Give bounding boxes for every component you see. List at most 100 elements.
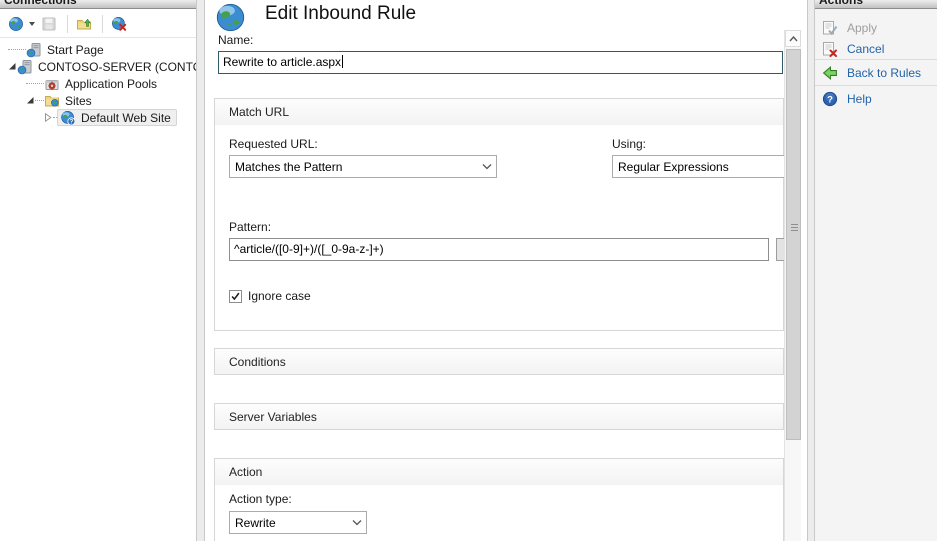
expander-expanded-icon[interactable] [26, 96, 35, 105]
actions-title: Actions [815, 0, 937, 7]
name-input-value: Rewrite to article.aspx [223, 55, 341, 69]
svg-text:?: ? [827, 94, 833, 105]
actions-panel: Actions Apply Cancel Back to Rules ? [815, 0, 937, 541]
vertical-scrollbar[interactable] [784, 30, 801, 541]
action-header[interactable]: Action [215, 459, 783, 485]
action-title: Action [229, 465, 262, 479]
actions-separator [815, 59, 937, 60]
server-variables-header[interactable]: Server Variables [215, 404, 783, 429]
test-pattern-button[interactable] [776, 238, 784, 261]
server-variables-title: Server Variables [229, 410, 317, 424]
name-input[interactable]: Rewrite to article.aspx [218, 51, 783, 74]
page-title: Edit Inbound Rule [265, 3, 416, 25]
checkmark-icon [230, 291, 241, 302]
action-section: Action Action type: Rewrite [214, 458, 784, 541]
left-panel-splitter[interactable] [196, 0, 205, 541]
tree-item-label: Application Pools [62, 77, 160, 91]
selected-tree-item: ? Default Web Site [57, 109, 177, 126]
tree-item-sites[interactable]: Sites [0, 92, 196, 109]
tree-item-application-pools[interactable]: Application Pools [0, 75, 196, 92]
toolbar-separator [67, 15, 68, 33]
cancel-button[interactable]: Cancel [822, 40, 884, 57]
edit-inbound-rule-page: Edit Inbound Rule Name: Rewrite to artic… [205, 0, 807, 541]
ignore-case-checkbox[interactable] [229, 290, 242, 303]
scrollbar-grip-icon [791, 227, 798, 228]
action-type-select[interactable]: Rewrite [229, 511, 367, 534]
connections-header: Connections [0, 0, 196, 9]
sites-folder-icon [44, 93, 60, 109]
help-label: Help [847, 92, 872, 106]
expander-expanded-icon[interactable] [8, 62, 17, 71]
pattern-label: Pattern: [229, 220, 271, 234]
apply-label: Apply [847, 21, 877, 35]
pattern-input-value: ^article/([0-9]+)/([_0-9a-z-]+) [234, 242, 384, 256]
match-url-section: Match URL Requested URL: Matches the Pat… [214, 98, 784, 331]
help-icon: ? [822, 91, 838, 107]
using-value: Regular Expressions [618, 160, 729, 174]
connections-title: Connections [0, 0, 196, 7]
back-to-rules-button[interactable]: Back to Rules [822, 64, 921, 81]
up-folder-button[interactable] [73, 14, 97, 34]
requested-url-value: Matches the Pattern [235, 160, 342, 174]
back-to-rules-label: Back to Rules [847, 66, 921, 80]
pattern-input[interactable]: ^article/([0-9]+)/([_0-9a-z-]+) [229, 238, 769, 261]
apply-button[interactable]: Apply [822, 19, 877, 36]
cancel-icon [822, 41, 838, 57]
save-connections-button[interactable] [38, 14, 62, 34]
disconnect-button[interactable] [108, 14, 132, 34]
server-variables-section: Server Variables [214, 403, 784, 430]
conditions-section: Conditions [214, 348, 784, 375]
conditions-header[interactable]: Conditions [215, 349, 783, 374]
tree-item-server[interactable]: CONTOSO-SERVER (CONTOS [0, 58, 196, 75]
scrollbar-up-button[interactable] [785, 30, 801, 47]
cancel-label: Cancel [847, 42, 884, 56]
right-panel-splitter[interactable] [807, 0, 815, 541]
connections-tree: Start Page CONTOSO-SERVER (CONTOS [0, 41, 196, 126]
conditions-title: Conditions [229, 355, 286, 369]
scrollbar-grip-icon [791, 224, 798, 225]
save-connections-icon [41, 16, 57, 32]
tree-item-start-page[interactable]: Start Page [0, 41, 196, 58]
actions-header: Actions [815, 0, 937, 9]
chevron-down-icon [348, 519, 366, 526]
create-connection-button[interactable] [5, 14, 38, 34]
chevron-down-icon [478, 163, 496, 170]
connections-toolbar [0, 11, 196, 38]
match-url-title: Match URL [229, 105, 289, 119]
scrollbar-thumb[interactable] [786, 49, 801, 440]
tree-item-label: Default Web Site [78, 111, 174, 125]
tree-item-default-web-site[interactable]: ? Default Web Site [0, 109, 196, 126]
url-rewrite-globe-icon [215, 2, 246, 33]
tree-dotted-line [8, 49, 26, 50]
expander-collapsed-icon[interactable] [44, 113, 53, 122]
application-pools-icon [44, 76, 60, 92]
svg-text:?: ? [70, 119, 74, 125]
server-page-icon [26, 42, 42, 58]
tree-item-label: Start Page [44, 43, 107, 57]
ignore-case-row: Ignore case [229, 289, 311, 303]
actions-separator [815, 85, 937, 86]
using-select[interactable]: Regular Expressions [612, 155, 784, 178]
text-caret [342, 55, 343, 68]
tree-item-label: CONTOSO-SERVER (CONTOS [35, 60, 196, 74]
requested-url-select[interactable]: Matches the Pattern [229, 155, 497, 178]
requested-url-label: Requested URL: [229, 137, 318, 151]
apply-icon [822, 20, 838, 36]
action-type-label: Action type: [229, 492, 292, 506]
match-url-header[interactable]: Match URL [215, 99, 783, 125]
tree-dotted-line [35, 100, 44, 101]
scroll-up-arrow-icon [789, 36, 798, 42]
scrollbar-grip-icon [791, 230, 798, 231]
ignore-case-label: Ignore case [248, 289, 311, 303]
tree-dotted-line [26, 83, 44, 84]
action-type-value: Rewrite [235, 516, 276, 530]
help-button[interactable]: ? Help [822, 90, 872, 107]
toolbar-separator [102, 15, 103, 33]
name-label: Name: [218, 33, 253, 47]
connections-panel: Connections [0, 0, 196, 541]
connection-dropdown-caret-icon [29, 22, 35, 26]
create-connection-globe-icon [8, 16, 24, 32]
tree-item-label: Sites [62, 94, 95, 108]
using-label: Using: [612, 137, 646, 151]
disconnect-icon [111, 16, 127, 32]
